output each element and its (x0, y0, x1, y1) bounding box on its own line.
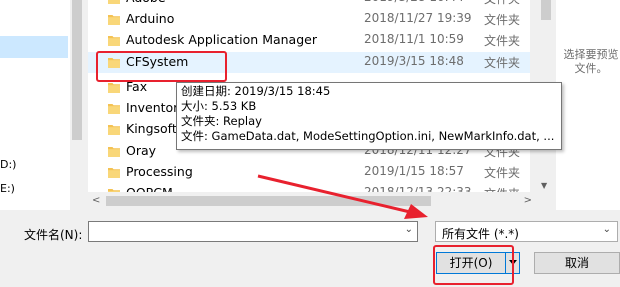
highlight-box-open-button (433, 245, 514, 285)
nav-drive-e[interactable]: E:) (0, 182, 15, 195)
scroll-left-arrow-icon[interactable]: < (92, 195, 100, 206)
scroll-right-arrow-icon[interactable]: > (524, 195, 532, 206)
chevron-down-icon[interactable]: ⌄ (405, 224, 413, 235)
file-row[interactable]: Processing 2019/1/15 18:57 文件夹 (88, 162, 530, 183)
preview-message-line1: 选择要预览 (563, 48, 619, 61)
file-type-filter[interactable]: 所有文件 (*.*) ⌄ (435, 221, 618, 242)
chevron-down-icon[interactable]: ⌄ (603, 224, 611, 235)
file-date: 2018/11/1 10:59 (364, 32, 464, 46)
tooltip-size: 大小: 5.53 KB (181, 99, 257, 113)
file-type: 文件夹 (484, 0, 520, 7)
preview-message: 选择要预览 文件。 (562, 48, 620, 76)
file-name[interactable]: Arduino (126, 11, 174, 26)
file-type-filter-value[interactable]: 所有文件 (*.*) (442, 225, 519, 242)
cancel-button[interactable]: 取消 (534, 252, 620, 274)
file-date: 2019/1/15 18:57 (364, 164, 464, 178)
filename-label: 文件名(N): (24, 228, 83, 242)
folder-icon (108, 0, 120, 4)
tooltip-folders: 文件夹: Replay (181, 114, 262, 128)
file-date: 2019/3/15 18:48 (364, 54, 464, 68)
nav-scroll-thumb[interactable] (72, 0, 82, 140)
file-type: 文件夹 (484, 34, 521, 48)
file-row[interactable]: Autodesk Application Manager 2018/11/1 10… (88, 30, 530, 51)
folder-icon (108, 167, 120, 178)
file-name[interactable]: Inventor (126, 100, 178, 115)
folder-icon (108, 124, 120, 135)
folder-icon (108, 146, 120, 157)
nav-drive-d[interactable]: D:) (0, 158, 16, 171)
file-row[interactable]: Arduino 2018/11/27 19:39 文件夹 (88, 9, 530, 30)
file-type: 文件夹 (484, 166, 521, 180)
file-type: 文件夹 (484, 13, 521, 27)
folder-icon (108, 82, 120, 93)
highlight-box-cfsystem (96, 51, 227, 82)
scroll-down-arrow-icon[interactable]: ▼ (541, 181, 547, 190)
file-name[interactable]: Autodesk Application Manager (126, 32, 317, 47)
tooltip-created: 创建日期: 2019/3/15 18:45 (181, 84, 331, 98)
folder-icon (108, 35, 120, 46)
file-name[interactable]: Kingsoft (126, 121, 177, 136)
folder-icon (108, 103, 120, 114)
preview-pane: 选择要预览 文件。 (556, 0, 620, 210)
file-type: 文件夹 (484, 56, 521, 70)
file-name[interactable]: Oray (126, 143, 156, 158)
hscroll-thumb[interactable] (106, 196, 431, 206)
file-date: 2019/3/28 10:44 (364, 0, 464, 4)
file-name[interactable]: Adobe (126, 0, 166, 5)
file-name[interactable]: Processing (126, 164, 193, 179)
navigation-pane[interactable]: D:) E:) (0, 0, 71, 210)
vscroll-thumb[interactable] (541, 0, 551, 20)
filename-input[interactable]: ⌄ (88, 221, 418, 242)
file-list-horizontal-scrollbar[interactable]: < > (88, 192, 538, 210)
nav-scrollbar[interactable] (70, 0, 84, 210)
folder-tooltip: 创建日期: 2019/3/15 18:45 大小: 5.53 KB 文件夹: R… (176, 82, 562, 150)
file-date: 2018/11/27 19:39 (364, 11, 472, 25)
preview-message-line2: 文件。 (574, 62, 608, 75)
nav-selected-item[interactable] (0, 36, 68, 58)
file-row[interactable]: Adobe 2019/3/28 10:44 文件夹 (88, 0, 530, 9)
tooltip-files: 文件: GameData.dat, ModeSettingOption.ini,… (181, 129, 555, 143)
folder-icon (108, 14, 120, 25)
